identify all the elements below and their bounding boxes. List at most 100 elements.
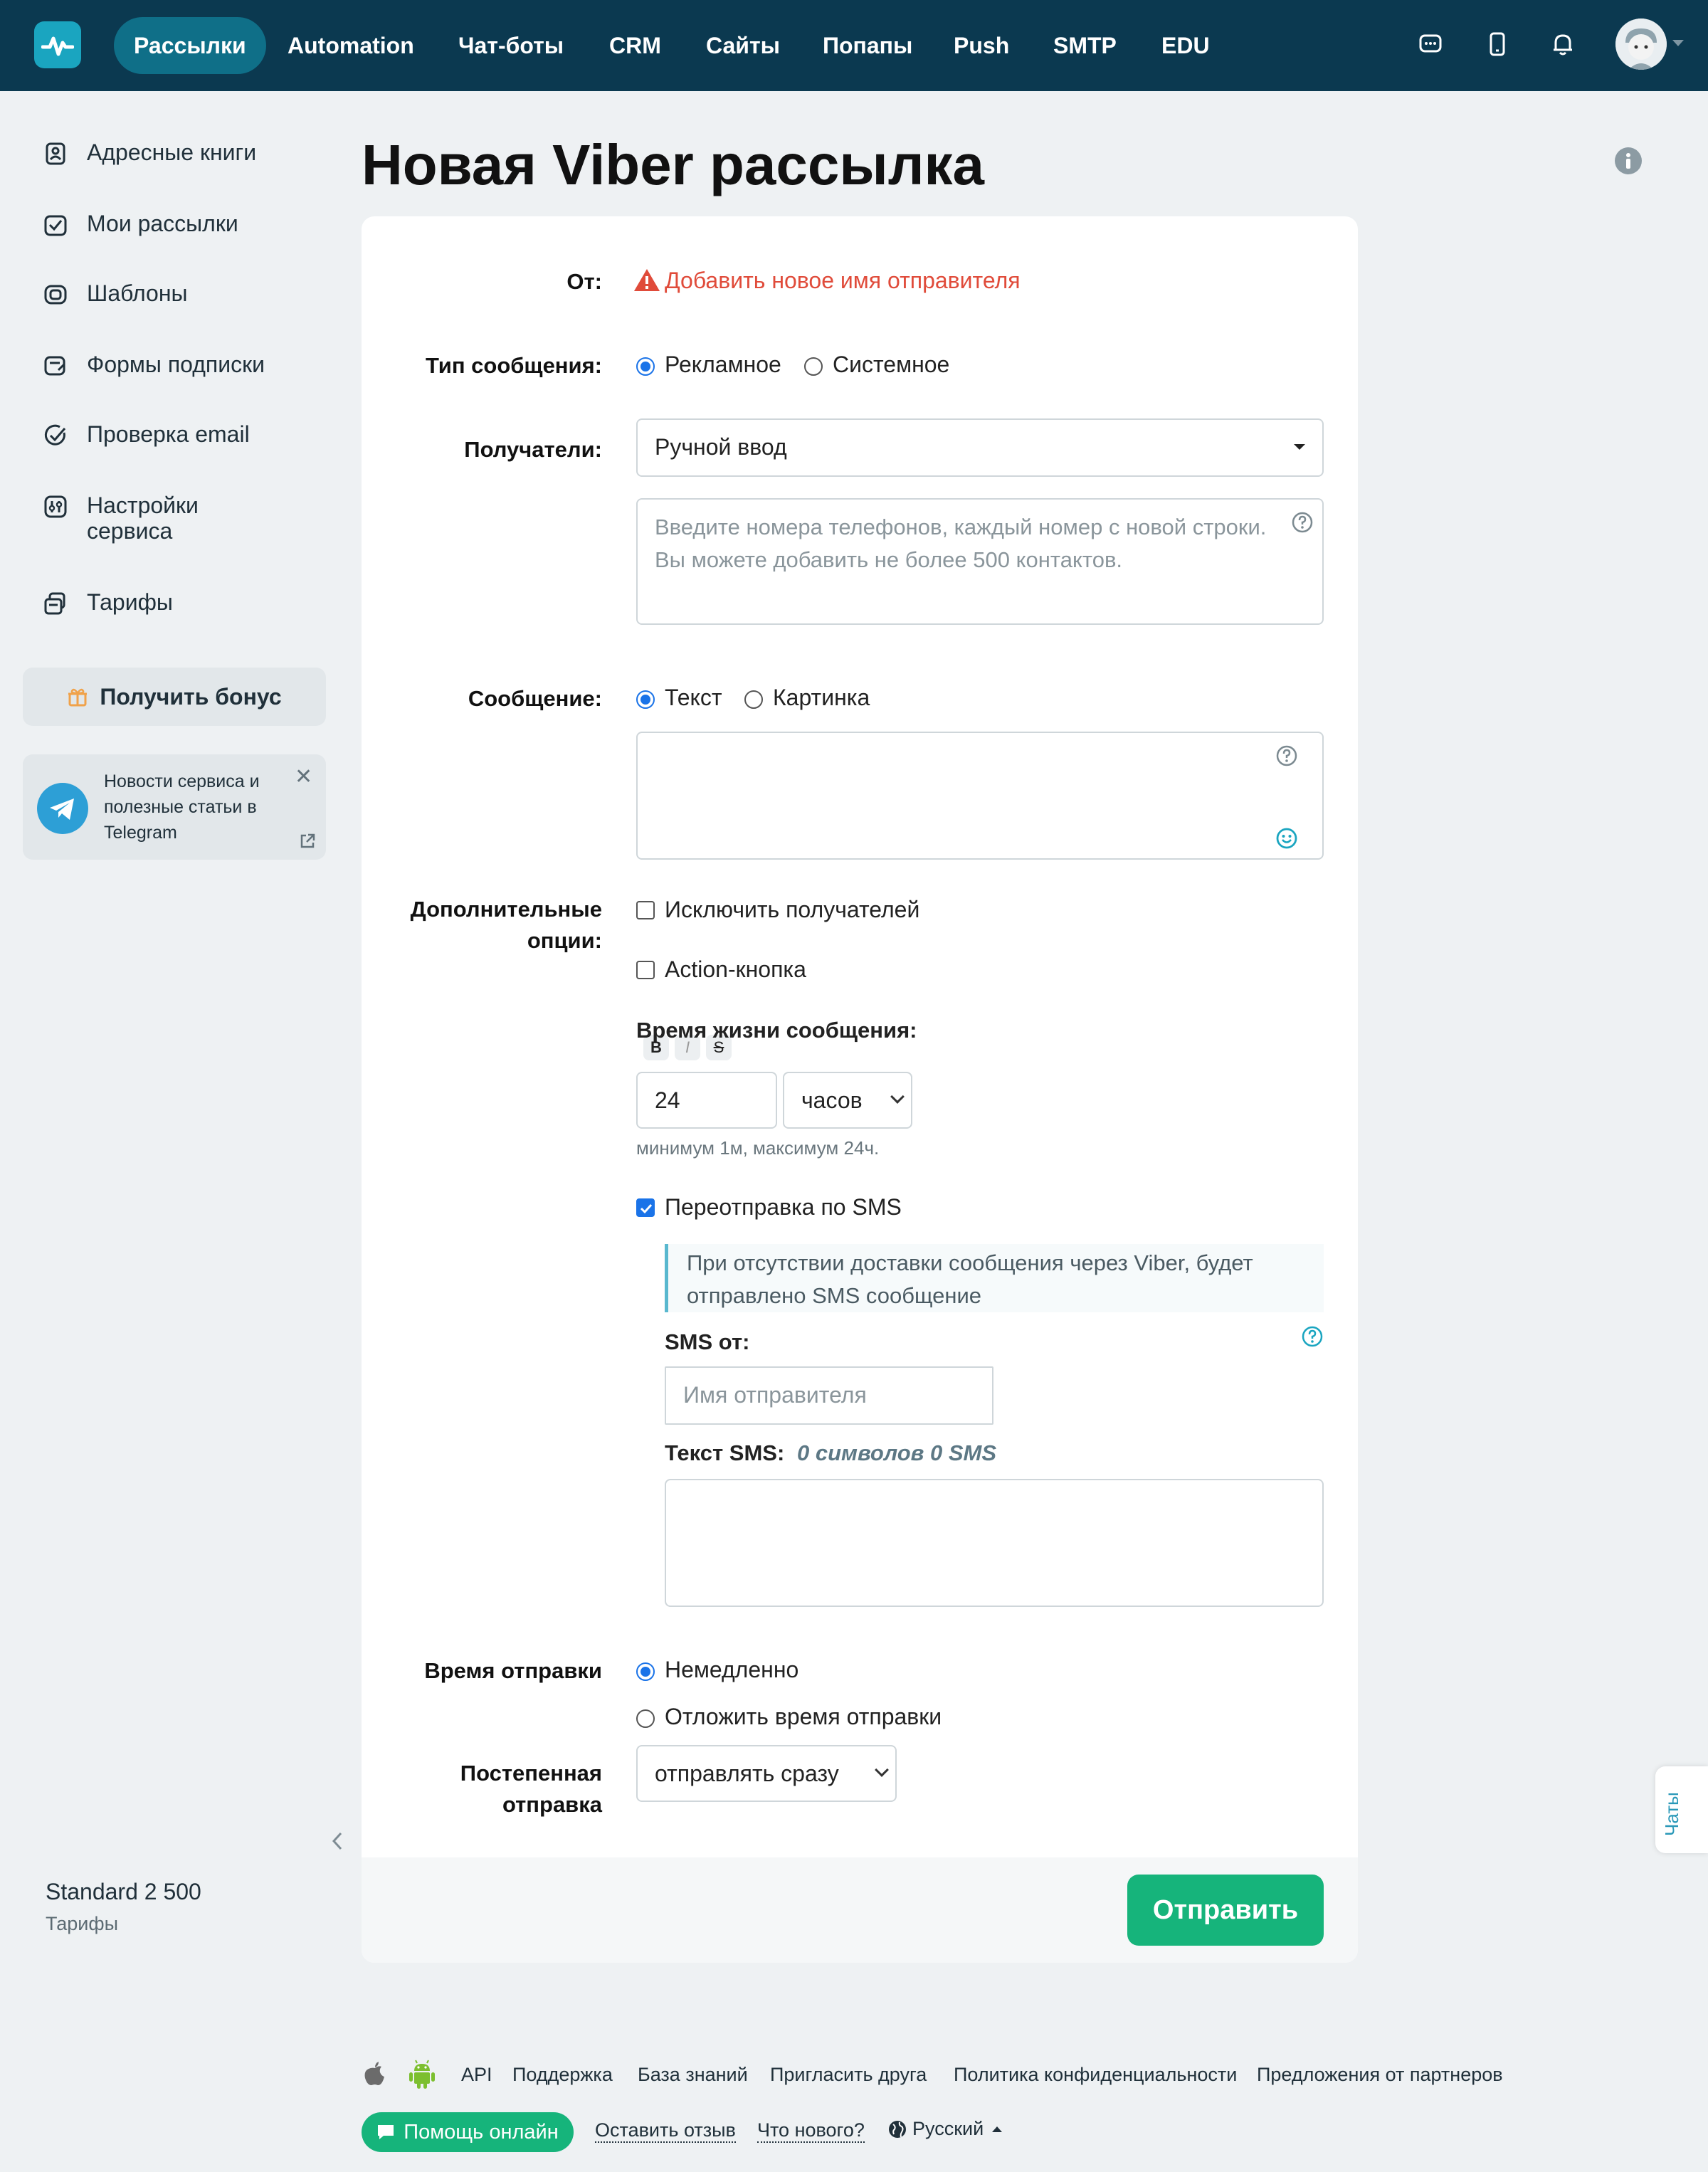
bell-icon[interactable] — [1547, 28, 1578, 60]
mobile-phone-icon[interactable] — [1482, 28, 1513, 60]
nav-item-smtp[interactable]: SMTP — [1033, 17, 1137, 74]
gradual-send-select[interactable]: отправлять сразу — [636, 1745, 897, 1802]
sidebar-item-service-settings[interactable]: Настройки сервиса — [43, 492, 228, 544]
language-label: Русский — [912, 2118, 984, 2139]
telegram-icon — [37, 783, 88, 834]
message-type-promo-radio[interactable] — [636, 357, 655, 376]
phone-numbers-textarea[interactable]: Введите номера телефонов, каждый номер с… — [636, 498, 1324, 625]
whats-new-link[interactable]: Что нового? — [757, 2119, 865, 2143]
send-later-radio[interactable] — [636, 1709, 655, 1728]
action-button-label: Action-кнопка — [665, 956, 806, 982]
message-type-system-radio[interactable] — [804, 357, 823, 376]
language-selector[interactable]: Русский — [888, 2118, 1003, 2140]
footer-link-invite-friend[interactable]: Пригласить друга — [770, 2064, 927, 2086]
sms-text-textarea[interactable] — [665, 1479, 1324, 1607]
send-button[interactable]: Отправить — [1127, 1875, 1324, 1946]
send-now-radio[interactable] — [636, 1662, 655, 1681]
footer-link-partner-offers[interactable]: Предложения от партнеров — [1257, 2064, 1503, 2086]
collapse-sidebar-icon[interactable] — [330, 1829, 344, 1853]
chevron-down-icon — [890, 1090, 905, 1104]
chat-bubble-icon[interactable] — [1415, 28, 1446, 60]
nav-item-chatbots[interactable]: Чат-боты — [438, 17, 584, 74]
recipients-select[interactable]: Ручной ввод — [636, 418, 1324, 477]
sidebar-item-subscription-forms[interactable]: Формы подписки — [43, 352, 265, 379]
sidebar-item-label: Адресные книги — [87, 139, 257, 165]
nav-item-popups[interactable]: Попапы — [803, 17, 932, 74]
message-image-label: Картинка — [773, 685, 870, 710]
sidebar-item-my-mailings[interactable]: Мои рассылки — [43, 211, 238, 238]
help-question-icon[interactable] — [1301, 1325, 1324, 1348]
nav-item-automation[interactable]: Automation — [268, 17, 434, 74]
emoji-icon[interactable] — [1275, 827, 1298, 850]
phone-numbers-placeholder: Введите номера телефонов, каждый номер с… — [655, 515, 1267, 572]
nav-item-push[interactable]: Push — [934, 17, 1029, 74]
footer-link-knowledge-base[interactable]: База знаний — [638, 2064, 748, 2086]
add-sender-name-link[interactable]: Добавить новое имя отправителя — [665, 268, 1021, 294]
message-image-radio[interactable] — [744, 690, 763, 709]
sidebar-item-label: Мои рассылки — [87, 211, 238, 236]
lifetime-hint: минимум 1м, максимум 24ч. — [636, 1137, 880, 1159]
message-text-radio[interactable] — [636, 690, 655, 709]
logo[interactable] — [34, 21, 81, 68]
help-question-icon[interactable] — [1291, 511, 1314, 534]
close-icon[interactable]: ✕ — [295, 764, 312, 789]
sms-text-label: Текст SMS: — [665, 1440, 785, 1465]
sidebar-item-templates[interactable]: Шаблоны — [43, 280, 188, 307]
android-icon[interactable] — [408, 2060, 436, 2089]
telegram-banner[interactable]: Новости сервиса и полезные статьи в Tele… — [23, 754, 326, 860]
plan-tariffs-link[interactable]: Тарифы — [46, 1913, 118, 1935]
user-avatar[interactable] — [1615, 19, 1667, 70]
avatar-caret-icon[interactable] — [1672, 40, 1684, 46]
nav-item-sites[interactable]: Сайты — [686, 17, 800, 74]
external-link-icon[interactable] — [299, 833, 316, 850]
lifetime-input[interactable]: 24 — [636, 1072, 777, 1129]
message-editor[interactable] — [636, 732, 1324, 860]
pulse-logo-icon — [41, 36, 74, 56]
sidebar-item-email-check[interactable]: Проверка email — [43, 421, 250, 448]
sms-resend-checkbox[interactable] — [636, 1198, 655, 1217]
leave-feedback-link[interactable]: Оставить отзыв — [595, 2119, 736, 2143]
apple-icon[interactable] — [363, 2061, 387, 2088]
send-later-label: Отложить время отправки — [665, 1704, 942, 1729]
message-text-label: Текст — [665, 685, 722, 710]
send-time-label: Время отправки — [424, 1658, 602, 1683]
message-label: Сообщение: — [468, 686, 602, 711]
get-bonus-button[interactable]: Получить бонус — [23, 668, 326, 726]
tariffs-icon — [44, 592, 65, 615]
exclude-recipients-checkbox[interactable] — [636, 901, 655, 919]
nav-item-mailings[interactable]: Рассылки — [114, 17, 266, 74]
recipients-select-value: Ручной ввод — [655, 434, 787, 460]
sms-resend-note: При отсутствии доставки сообщения через … — [665, 1244, 1324, 1312]
templates-icon — [44, 285, 67, 305]
nav-item-crm[interactable]: CRM — [589, 17, 681, 74]
from-label: От: — [566, 269, 602, 294]
online-help-label: Помощь онлайн — [404, 2120, 559, 2144]
sms-sender-placeholder: Имя отправителя — [683, 1382, 867, 1408]
sidebar-item-address-books[interactable]: Адресные книги — [43, 139, 256, 167]
caret-up-icon — [992, 2126, 1003, 2132]
action-button-checkbox[interactable] — [636, 961, 655, 979]
sidebar-item-tariffs[interactable]: Тарифы — [43, 589, 173, 616]
exclude-recipients-label: Исключить получателей — [665, 897, 920, 922]
help-question-icon[interactable] — [1275, 744, 1298, 767]
globe-icon — [889, 2120, 906, 2138]
footer-link-privacy-policy[interactable]: Политика конфиденциальности — [954, 2064, 1237, 2086]
sms-sender-input[interactable]: Имя отправителя — [665, 1366, 993, 1425]
address-book-icon — [46, 142, 65, 165]
chats-tab[interactable]: Чаты — [1655, 1766, 1708, 1853]
info-icon[interactable] — [1614, 147, 1643, 175]
message-type-label: Тип сообщения: — [426, 353, 602, 378]
sidebar-item-label: Шаблоны — [87, 280, 188, 306]
lifetime-label: Время жизни сообщения: — [636, 1018, 917, 1043]
warning-icon — [634, 269, 660, 291]
extra-options-label: Дополнительные опции: — [410, 897, 602, 953]
checkmark-icon — [640, 1203, 653, 1214]
nav-item-edu[interactable]: EDU — [1142, 17, 1230, 74]
plan-name: Standard 2 500 — [46, 1879, 201, 1904]
send-now-label: Немедленно — [665, 1657, 799, 1682]
footer-link-support[interactable]: Поддержка — [512, 2064, 613, 2086]
footer-link-api[interactable]: API — [461, 2064, 492, 2086]
lifetime-unit-select[interactable]: часов — [783, 1072, 912, 1129]
top-navigation: Рассылки Automation Чат-боты CRM Сайты П… — [0, 0, 1708, 91]
online-help-button[interactable]: Помощь онлайн — [362, 2112, 574, 2152]
